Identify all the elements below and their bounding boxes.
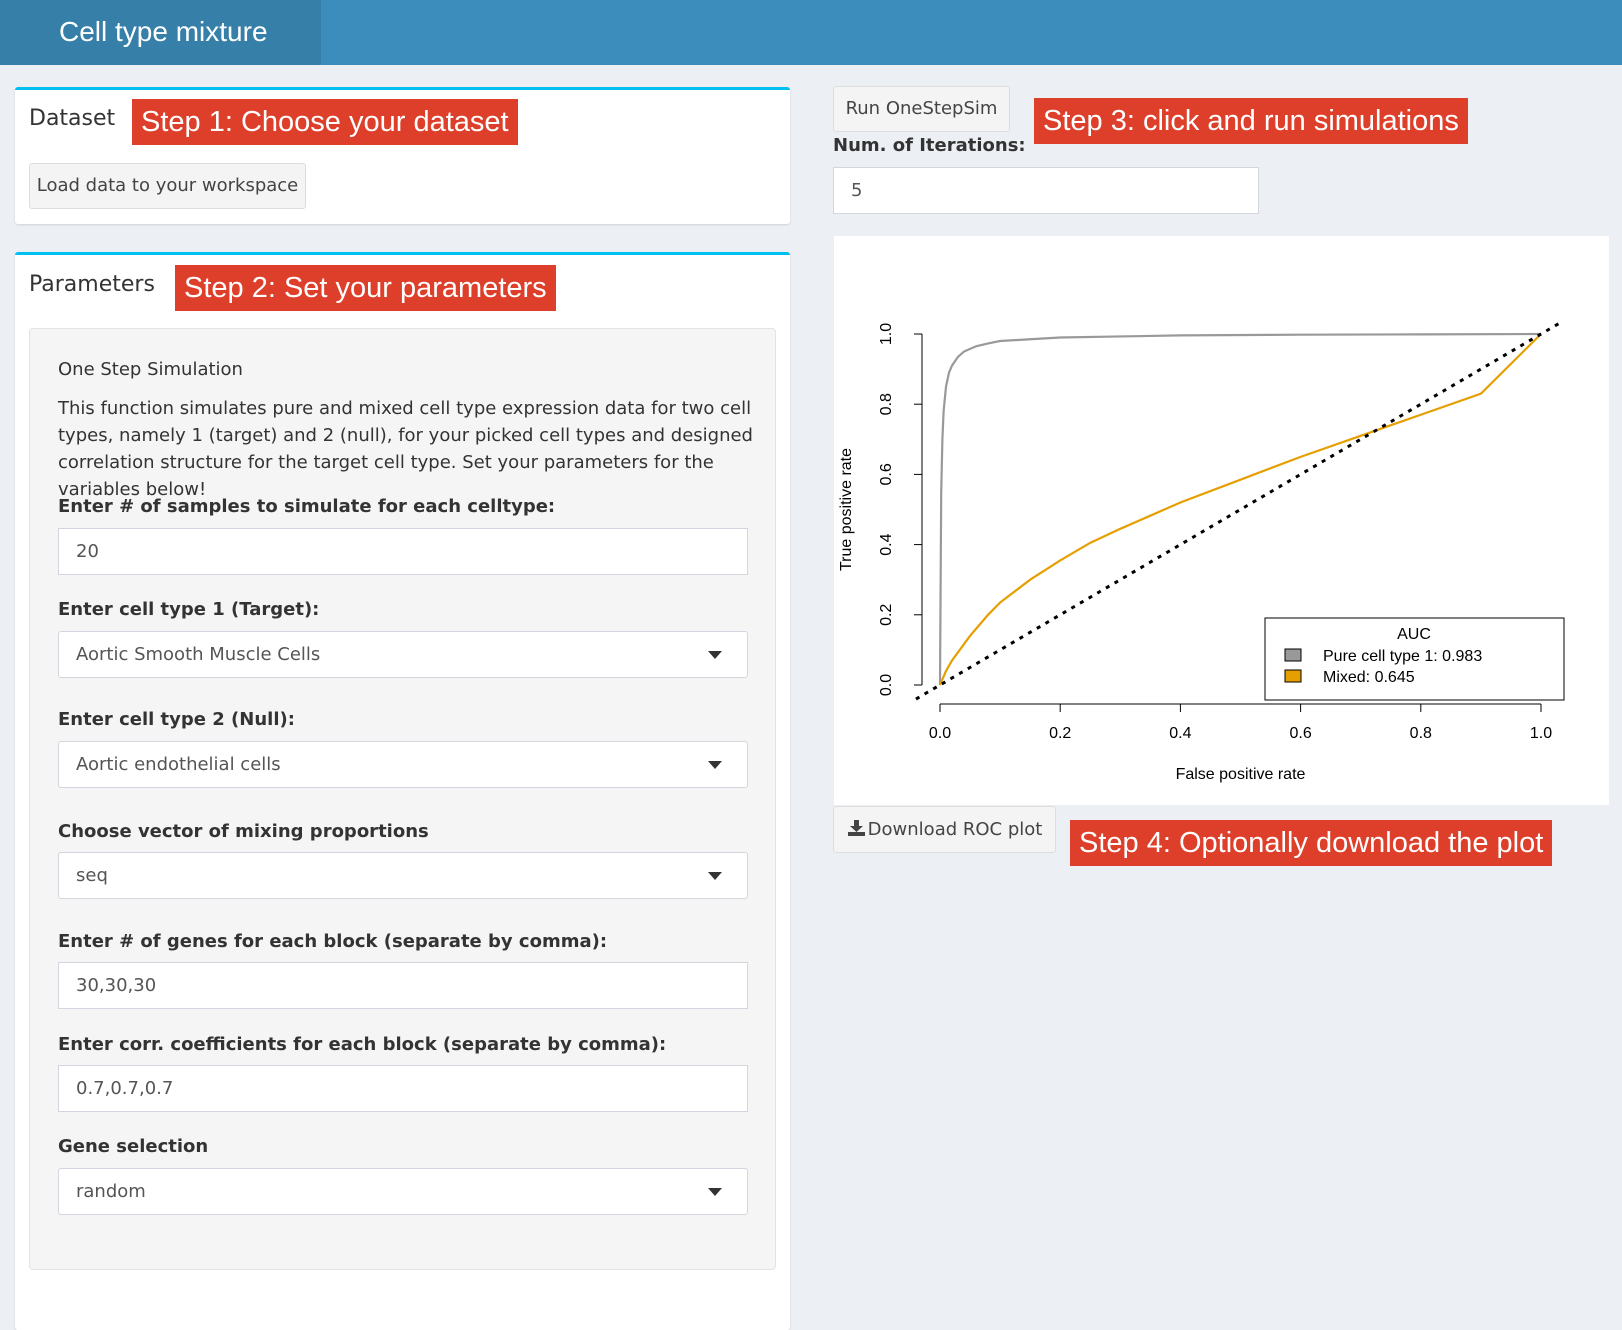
y-tick-label: 0.0	[878, 674, 895, 696]
mixing-select[interactable]: seq	[58, 852, 748, 899]
top-navbar: Cell type mixture	[0, 0, 1622, 65]
legend-title: AUC	[1397, 626, 1431, 643]
legend-entry: Mixed: 0.645	[1323, 669, 1415, 686]
chevron-down-icon	[708, 871, 722, 880]
step3-annotation: Step 3: click and run simulations	[1034, 98, 1468, 144]
download-label: Download ROC plot	[867, 819, 1043, 840]
genes-input[interactable]: 30,30,30	[58, 962, 748, 1009]
download-roc-button[interactable]: Download ROC plot	[833, 806, 1056, 853]
chevron-down-icon	[708, 760, 722, 769]
celltype2-select[interactable]: Aortic endothelial cells	[58, 741, 748, 788]
genes-label: Enter # of genes for each block (separat…	[58, 931, 608, 952]
step1-annotation: Step 1: Choose your dataset	[132, 99, 518, 145]
y-tick-label: 0.6	[878, 463, 895, 485]
legend-swatch	[1284, 669, 1302, 683]
legend-entry: Pure cell type 1: 0.983	[1323, 648, 1482, 665]
run-onestepsim-button[interactable]: Run OneStepSim	[833, 86, 1010, 132]
y-tick-label: 0.8	[878, 393, 895, 415]
celltype1-value: Aortic Smooth Muscle Cells	[76, 644, 321, 665]
samples-input[interactable]: 20	[58, 528, 748, 575]
gene-selection-label: Gene selection	[58, 1136, 209, 1157]
x-tick-label: 0.2	[1049, 725, 1071, 742]
roc-plot: 0.0 0.2 0.4 0.6 0.8 1.0 0.0 0.2 0.4 0.6 0.8 1.0 Fals…	[838, 322, 1565, 783]
dataset-box: Dataset Step 1: Choose your dataset Load…	[15, 87, 790, 224]
gene-selection-value: random	[76, 1181, 146, 1202]
y-axis-title: True positive rate	[838, 448, 855, 571]
step2-annotation: Step 2: Set your parameters	[175, 265, 556, 311]
parameters-box: Parameters Step 2: Set your parameters O…	[15, 252, 790, 1330]
description-text: This function simulates pure and mixed c…	[58, 398, 753, 500]
dataset-box-title: Dataset	[29, 106, 116, 131]
celltype2-label: Enter cell type 2 (Null):	[58, 709, 295, 730]
y-tick-label: 1.0	[878, 323, 895, 345]
x-tick-label: 0.4	[1169, 725, 1191, 742]
x-tick-label: 1.0	[1530, 725, 1552, 742]
samples-label: Enter # of samples to simulate for each …	[58, 496, 556, 517]
celltype2-value: Aortic endothelial cells	[76, 754, 281, 775]
roc-plot-panel: 0.0 0.2 0.4 0.6 0.8 1.0 0.0 0.2 0.4 0.6 0.8 1.0 Fals…	[834, 236, 1609, 805]
corr-input[interactable]: 0.7,0.7,0.7	[58, 1065, 748, 1112]
x-tick-label: 0.0	[929, 725, 951, 742]
chevron-down-icon	[708, 1187, 722, 1196]
y-tick-label: 0.2	[878, 604, 895, 626]
x-axis-title: False positive rate	[1176, 766, 1306, 783]
x-tick-label: 0.8	[1410, 725, 1432, 742]
section-title: One Step Simulation	[58, 359, 243, 380]
corr-label: Enter corr. coefficients for each block …	[58, 1034, 667, 1055]
download-icon	[847, 820, 865, 836]
parameters-box-title: Parameters	[29, 272, 155, 297]
y-tick-label: 0.4	[878, 533, 895, 555]
step4-annotation: Step 4: Optionally download the plot	[1070, 820, 1553, 866]
simulation-well: One Step Simulation This function simula…	[29, 328, 776, 1270]
x-tick-label: 0.6	[1289, 725, 1311, 742]
iterations-label: Num. of Iterations:	[833, 135, 1026, 156]
mixing-value: seq	[76, 865, 108, 886]
chevron-down-icon	[708, 650, 722, 659]
celltype1-select[interactable]: Aortic Smooth Muscle Cells	[58, 631, 748, 678]
iterations-input[interactable]: 5	[833, 167, 1259, 214]
load-data-button[interactable]: Load data to your workspace	[29, 163, 306, 209]
celltype1-label: Enter cell type 1 (Target):	[58, 599, 320, 620]
app-title[interactable]: Cell type mixture	[0, 0, 321, 65]
mixing-label: Choose vector of mixing proportions	[58, 821, 429, 842]
legend-swatch	[1284, 648, 1302, 662]
gene-selection-select[interactable]: random	[58, 1168, 748, 1215]
